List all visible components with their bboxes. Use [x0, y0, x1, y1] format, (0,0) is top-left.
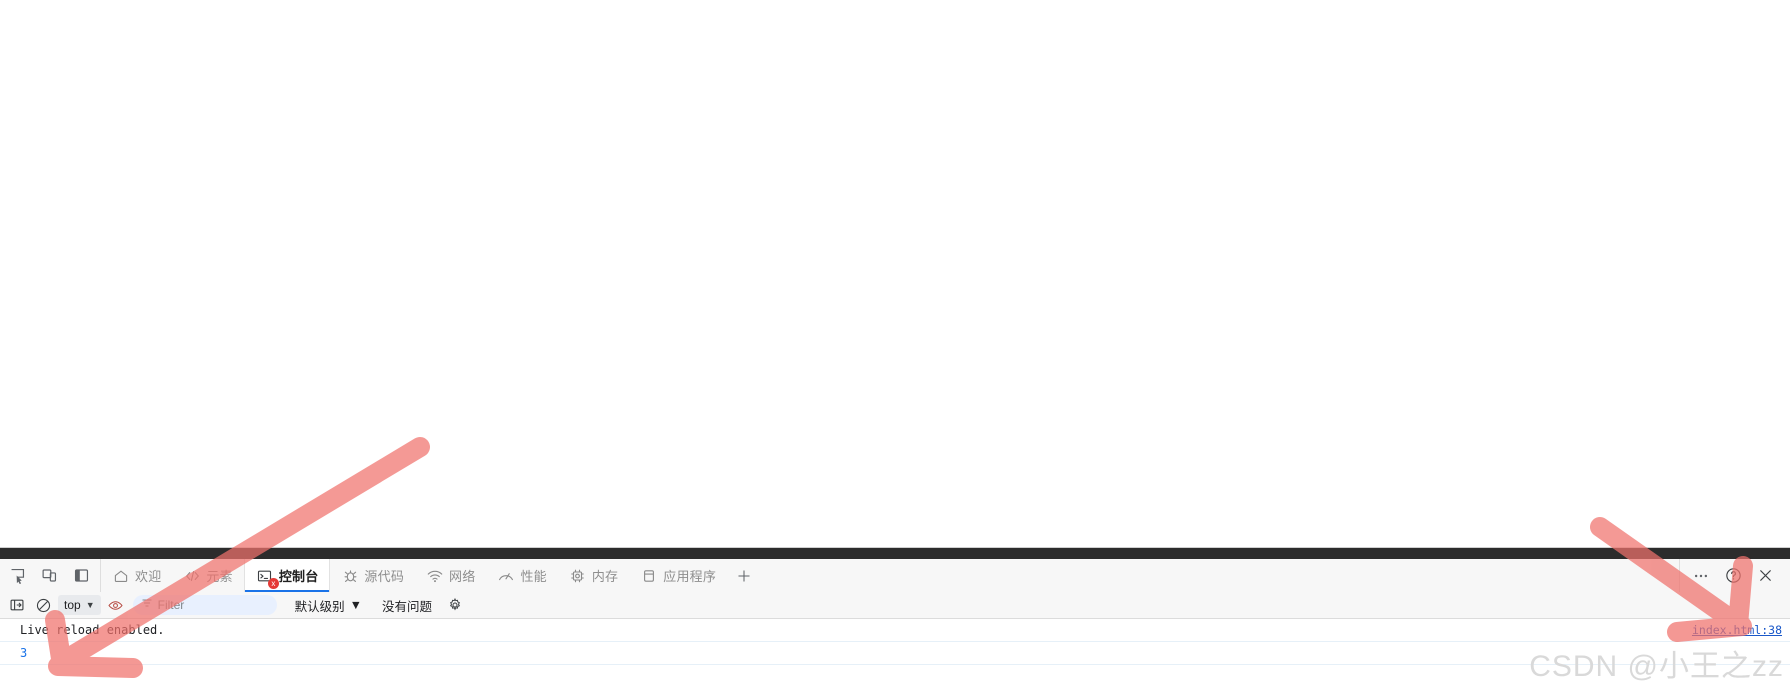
log-level-label: 默认级别 — [294, 599, 345, 614]
more-options-icon[interactable] — [1686, 563, 1716, 589]
gauge-icon — [497, 567, 515, 585]
execution-context-value: top — [64, 598, 81, 612]
console-error-badge: x — [267, 577, 279, 589]
console-log-row[interactable]: Live reload enabled. index.html:38 — [0, 619, 1790, 642]
tab-performance-label: 性能 — [520, 569, 547, 584]
database-icon — [640, 567, 658, 585]
tab-performance[interactable]: 性能 — [486, 559, 557, 592]
issues-status-label[interactable]: 没有问题 — [382, 596, 432, 615]
tab-application[interactable]: 应用程序 — [629, 559, 727, 592]
tab-network-label: 网络 — [449, 569, 476, 584]
help-icon[interactable] — [1718, 563, 1748, 589]
log-level-select[interactable]: 默认级别 ▼ — [295, 596, 362, 615]
home-icon — [112, 567, 130, 585]
console-filter-input[interactable]: Filter — [132, 595, 277, 615]
console-sidebar-icon[interactable] — [6, 594, 28, 616]
eye-icon[interactable] — [105, 594, 127, 616]
devtools-tab-list: 欢迎 元素 x 控制台 源代码 网络 性能 内存 应用程序 — [101, 559, 727, 593]
clear-console-icon[interactable] — [32, 594, 54, 616]
filter-funnel-icon — [141, 596, 153, 614]
inspect-element-icon[interactable] — [4, 563, 30, 589]
dock-side-icon[interactable] — [68, 563, 94, 589]
console-log-row[interactable]: 3 — [0, 642, 1790, 665]
console-source-link[interactable]: index.html:38 — [1692, 623, 1782, 637]
device-toolbar-icon[interactable] — [36, 563, 62, 589]
gear-icon[interactable] — [444, 594, 466, 616]
tab-sources[interactable]: 源代码 — [330, 559, 415, 592]
tab-sources-label: 源代码 — [364, 569, 405, 584]
console-result-text: 3 — [20, 646, 28, 660]
tab-console-label: 控制台 — [278, 569, 319, 584]
tab-console[interactable]: x 控制台 — [243, 559, 331, 593]
tab-network[interactable]: 网络 — [415, 559, 486, 592]
devtools-panel: 欢迎 元素 x 控制台 源代码 网络 性能 内存 应用程序 top ▼ Filt… — [0, 547, 1790, 685]
devtools-tabbar: 欢迎 元素 x 控制台 源代码 网络 性能 内存 应用程序 — [0, 559, 1790, 593]
console-terminal-icon: x — [256, 567, 279, 589]
devtools-right-controls — [1679, 559, 1790, 592]
chip-icon — [569, 567, 587, 585]
close-devtools-icon[interactable] — [1750, 563, 1780, 589]
tab-elements[interactable]: 元素 — [172, 559, 243, 592]
console-filter-toolbar: top ▼ Filter 默认级别 ▼ 没有问题 — [0, 592, 1790, 619]
devtools-left-icon-group — [0, 559, 101, 592]
wifi-icon — [426, 567, 444, 585]
tab-memory[interactable]: 内存 — [558, 559, 629, 592]
tabbar-spacer — [761, 559, 1679, 592]
tab-welcome-label: 欢迎 — [135, 569, 162, 584]
bug-icon — [341, 567, 359, 585]
chevron-down-icon: ▼ — [85, 600, 95, 610]
execution-context-select[interactable]: top ▼ — [58, 595, 101, 615]
tab-elements-label: 元素 — [206, 569, 233, 584]
console-log-area[interactable]: Live reload enabled. index.html:38 3 CSD… — [0, 619, 1790, 685]
add-panel-button[interactable] — [727, 559, 761, 592]
tab-application-label: 应用程序 — [663, 569, 717, 584]
tab-welcome[interactable]: 欢迎 — [101, 559, 172, 592]
tab-memory-label: 内存 — [591, 569, 619, 584]
code-brackets-icon — [183, 567, 201, 585]
devtools-top-strip — [0, 548, 1790, 559]
chevron-down-icon: ▼ — [349, 598, 362, 612]
console-message-text: Live reload enabled. — [20, 623, 165, 637]
page-viewport — [0, 0, 1790, 547]
filter-placeholder: Filter — [157, 598, 185, 612]
